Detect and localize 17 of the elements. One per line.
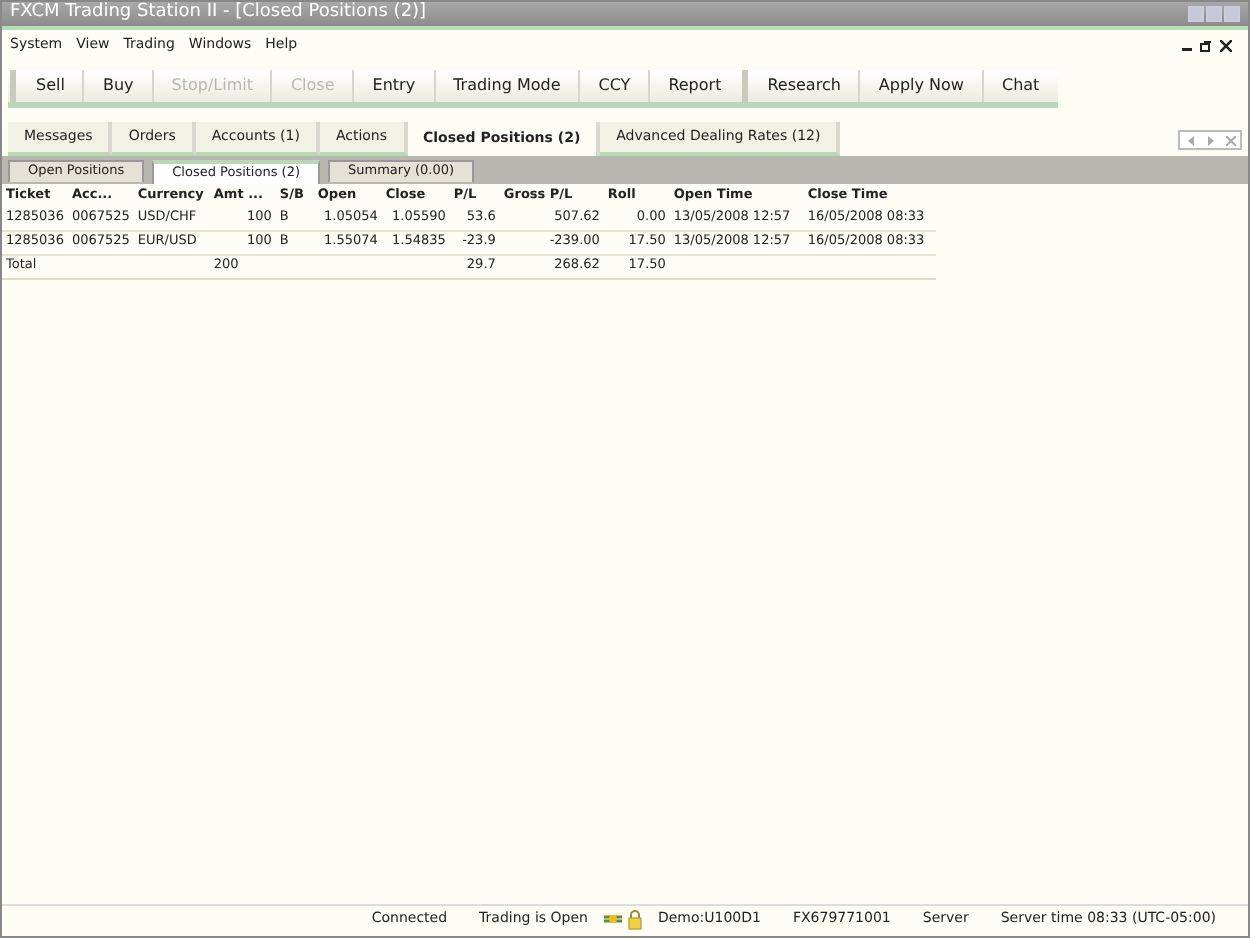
toolbar-button[interactable]: Apply Now	[858, 69, 982, 101]
tab-navigation[interactable]	[1178, 130, 1242, 150]
toolbar-button[interactable]: Trading Mode	[433, 69, 579, 101]
toolbar-button[interactable]: Chat	[981, 69, 1058, 101]
close-icon[interactable]	[1220, 39, 1232, 51]
restore-icon[interactable]	[1200, 39, 1212, 51]
toolbar-button[interactable]: Buy	[82, 69, 152, 101]
window-title: FXCM Trading Station II - [Closed Positions (2)]	[10, 0, 427, 27]
toolbar-button[interactable]: CCY	[578, 69, 649, 101]
right-arrow-icon[interactable]	[1205, 135, 1215, 145]
exchange-icon	[603, 912, 622, 926]
lock-icon	[627, 909, 642, 929]
toolbar-button[interactable]: Sell	[10, 69, 83, 101]
toolbar-button[interactable]: Report	[648, 69, 740, 101]
left-arrow-icon[interactable]	[1185, 135, 1195, 145]
toolbar-button[interactable]: Entry	[352, 69, 434, 101]
toolbar-button[interactable]: Research	[741, 69, 859, 101]
